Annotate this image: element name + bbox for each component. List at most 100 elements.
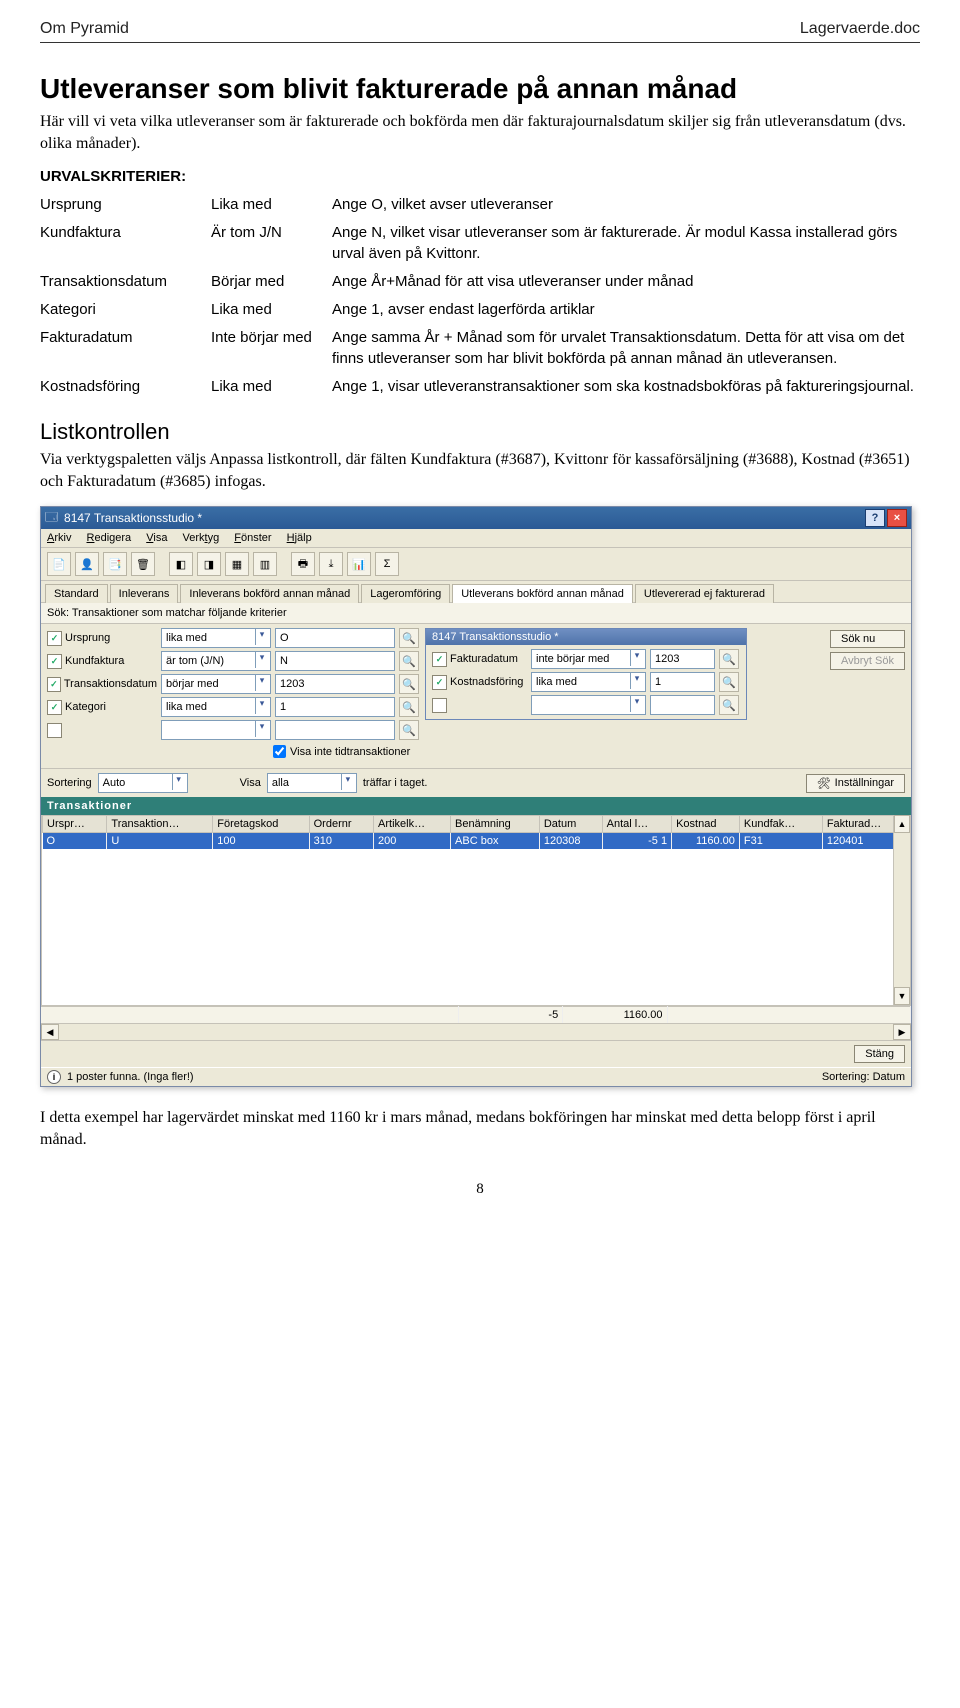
stang-button[interactable]: Stäng [854, 1045, 905, 1063]
header-right: Lagervaerde.doc [800, 20, 920, 38]
tab-utleverans-bokford[interactable]: Utleverans bokförd annan månad [452, 584, 633, 603]
col-header[interactable]: Urspr… [43, 816, 107, 833]
col-header[interactable]: Antal l… [602, 816, 671, 833]
visa-combo[interactable]: alla [267, 773, 357, 793]
filter-value-input[interactable]: 1203 [275, 674, 395, 694]
sort-label: Sortering [47, 777, 92, 789]
lookup-icon[interactable]: 🔍 [719, 672, 739, 692]
filter-row: ✓Ursprung lika med O 🔍 [47, 628, 419, 648]
filter-icon[interactable]: ✓ [432, 675, 447, 690]
filter-op-combo[interactable]: lika med [161, 697, 271, 717]
toolbar-icon[interactable]: ▦ [225, 552, 249, 576]
list-paragraph: Via verktygspaletten väljs Anpassa listk… [40, 449, 920, 492]
filter-row: ✓Kategori lika med 1 🔍 [47, 697, 419, 717]
sok-nu-button[interactable]: Sök nu [830, 630, 905, 648]
lookup-icon[interactable]: 🔍 [399, 651, 419, 671]
col-header[interactable]: Transaktion… [107, 816, 213, 833]
filter-icon[interactable]: ✓ [47, 700, 62, 715]
lookup-icon[interactable]: 🔍 [399, 674, 419, 694]
toolbar-sum-icon[interactable]: Σ [375, 552, 399, 576]
lookup-icon[interactable]: 🔍 [719, 695, 739, 715]
col-header[interactable]: Datum [539, 816, 602, 833]
avbryt-sok-button[interactable]: Avbryt Sök [830, 652, 905, 670]
filter-op-combo[interactable]: börjar med [161, 674, 271, 694]
col-header[interactable]: Artikelk… [374, 816, 451, 833]
filter-op-combo[interactable] [161, 720, 271, 740]
hide-time-checkbox[interactable] [273, 745, 286, 758]
scroll-right-icon[interactable]: ▶ [893, 1024, 911, 1040]
menu-visa[interactable]: Visa [146, 532, 167, 544]
toolbar-icon[interactable]: ▥ [253, 552, 277, 576]
col-header[interactable]: Benämning [451, 816, 540, 833]
data-grid[interactable]: Urspr… Transaktion… Företagskod Ordernr … [42, 815, 910, 849]
help-button[interactable]: ? [865, 509, 885, 527]
titlebar[interactable]: 🗔 8147 Transaktionsstudio * ? × [41, 507, 911, 529]
menu-verktyg[interactable]: Verktyg [183, 532, 220, 544]
toolbar-icon[interactable]: ◧ [169, 552, 193, 576]
toolbar-print-icon[interactable]: 🖶 [291, 552, 315, 576]
toolbar-icon[interactable]: ◨ [197, 552, 221, 576]
filter-value-input[interactable] [275, 720, 395, 740]
filter-value-input[interactable]: N [275, 651, 395, 671]
filter-icon[interactable]: ✓ [432, 652, 447, 667]
menu-redigera[interactable]: Redigera [87, 532, 132, 544]
tab-standard[interactable]: Standard [45, 584, 108, 603]
tab-lageromforing[interactable]: Lageromföring [361, 584, 450, 603]
menu-arkiv[interactable]: Arkiv [47, 532, 71, 544]
grid-body[interactable]: Urspr… Transaktion… Företagskod Ordernr … [41, 815, 911, 1006]
toolbar-chart-icon[interactable]: 📊 [347, 552, 371, 576]
tab-inleverans-bokford[interactable]: Inleverans bokförd annan månad [180, 584, 359, 603]
filter-value-input[interactable] [650, 695, 715, 715]
window-footer: Stäng [41, 1040, 911, 1067]
filter-op-combo[interactable]: lika med [161, 628, 271, 648]
sort-row: Sortering Auto Visa alla träffar i taget… [41, 768, 911, 797]
toolbar-user-icon[interactable]: 👤 [75, 552, 99, 576]
tab-inleverans[interactable]: Inleverans [110, 584, 179, 603]
app-window: 🗔 8147 Transaktionsstudio * ? × Arkiv Re… [40, 506, 912, 1087]
filter-value-input[interactable]: O [275, 628, 395, 648]
status-info-icon: i [47, 1070, 61, 1084]
filter-icon[interactable]: ✓ [47, 631, 62, 646]
menu-hjalp[interactable]: Hjälp [287, 532, 312, 544]
vertical-scrollbar[interactable]: ▲ ▼ [893, 815, 910, 1005]
filter-value-input[interactable]: 1 [650, 672, 715, 692]
toolbar-delete-icon[interactable]: 🗑 [131, 552, 155, 576]
filter-op-combo[interactable]: är tom (J/N) [161, 651, 271, 671]
filter-value-input[interactable]: 1 [275, 697, 395, 717]
toolbar-copy-icon[interactable]: 📑 [103, 552, 127, 576]
grid-title: Transaktioner [41, 797, 911, 815]
horizontal-scrollbar[interactable]: ◀ ▶ [41, 1023, 911, 1040]
filter-icon[interactable]: ✓ [47, 654, 62, 669]
lookup-icon[interactable]: 🔍 [399, 697, 419, 717]
lookup-icon[interactable]: 🔍 [399, 628, 419, 648]
lookup-icon[interactable]: 🔍 [399, 720, 419, 740]
filter-icon[interactable] [47, 723, 62, 738]
filter-op-combo[interactable]: lika med [531, 672, 646, 692]
filter-icon[interactable] [432, 698, 447, 713]
col-header[interactable]: Kundfak… [739, 816, 822, 833]
menu-fonster[interactable]: Fönster [234, 532, 271, 544]
scroll-up-icon[interactable]: ▲ [894, 815, 910, 833]
tab-utlevererad-ej[interactable]: Utlevererad ej fakturerad [635, 584, 774, 603]
scroll-down-icon[interactable]: ▼ [894, 987, 910, 1005]
col-header[interactable]: Kostnad [672, 816, 740, 833]
filter-op-combo[interactable]: inte börjar med [531, 649, 646, 669]
app-icon: 🗔 [45, 508, 58, 529]
grid-row[interactable]: O U 100 310 200 ABC box 120308 -5 1 1160… [43, 833, 910, 850]
filter-value-input[interactable]: 1203 [650, 649, 715, 669]
menubar[interactable]: Arkiv Redigera Visa Verktyg Fönster Hjäl… [41, 529, 911, 548]
installningar-button[interactable]: 🛠 Inställningar [806, 774, 905, 793]
scroll-left-icon[interactable]: ◀ [41, 1024, 59, 1040]
filter-op-combo[interactable] [531, 695, 646, 715]
toolbar-new-icon[interactable]: 📄 [47, 552, 71, 576]
col-header[interactable]: Företagskod [213, 816, 309, 833]
lookup-icon[interactable]: 🔍 [719, 649, 739, 669]
inner-dialog-title[interactable]: 8147 Transaktionsstudio * [426, 629, 746, 645]
status-left: 1 poster funna. (Inga fler!) [67, 1071, 194, 1083]
toolbar-export-icon[interactable]: ⤓ [319, 552, 343, 576]
sort-combo[interactable]: Auto [98, 773, 188, 793]
filter-icon[interactable]: ✓ [47, 677, 61, 692]
col-header[interactable]: Ordernr [309, 816, 373, 833]
hide-time-label: Visa inte tidtransaktioner [290, 746, 410, 758]
close-button[interactable]: × [887, 509, 907, 527]
